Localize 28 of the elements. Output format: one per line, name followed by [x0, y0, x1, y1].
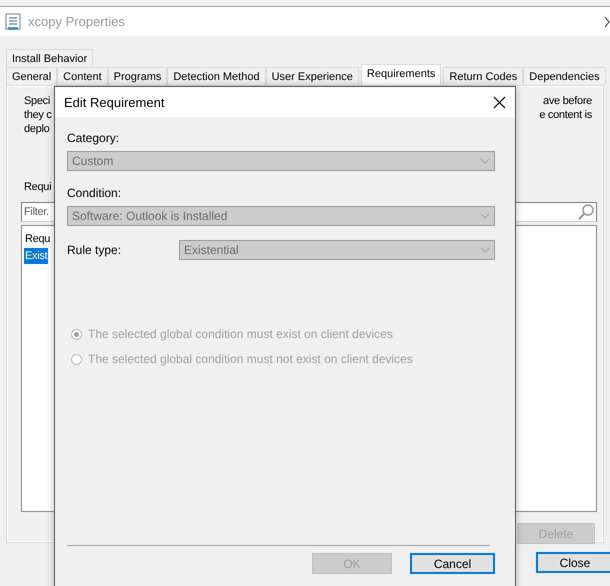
- tab[interactable]: Dependencies: [523, 67, 606, 85]
- description-text: deplo: [24, 122, 50, 136]
- description-text: they c: [24, 108, 52, 122]
- description-text: Speci: [24, 94, 50, 108]
- list-label: Requi: [24, 181, 52, 195]
- field-label: Category:: [67, 131, 120, 145]
- chevron-down-icon: [480, 158, 490, 164]
- window-title: xcopy Properties: [28, 14, 125, 29]
- close-button[interactable]: Close: [536, 552, 610, 573]
- tab[interactable]: Return Codes: [443, 67, 524, 85]
- window-icon: [4, 12, 22, 30]
- tab[interactable]: General: [6, 67, 58, 85]
- tab[interactable]: Requirements: [360, 64, 442, 85]
- field-label: Rule type:: [67, 243, 122, 257]
- tab[interactable]: Content: [57, 67, 108, 85]
- tab[interactable]: Programs: [108, 67, 168, 85]
- tab[interactable]: Detection Method: [167, 67, 266, 85]
- description-text: e content is: [539, 108, 592, 122]
- dialog-button[interactable]: Cancel: [410, 553, 495, 574]
- tab[interactable]: Install Behavior: [6, 49, 94, 67]
- chevron-down-icon: [480, 247, 490, 253]
- list-row[interactable]: Exist: [24, 248, 48, 264]
- search-icon[interactable]: [577, 203, 595, 221]
- dialog-title: Edit Requirement: [64, 94, 164, 110]
- tab[interactable]: User Experience: [266, 67, 359, 85]
- field-label: Condition:: [67, 186, 122, 200]
- description-text: ave before: [543, 94, 592, 108]
- chevron-down-icon: [480, 213, 490, 219]
